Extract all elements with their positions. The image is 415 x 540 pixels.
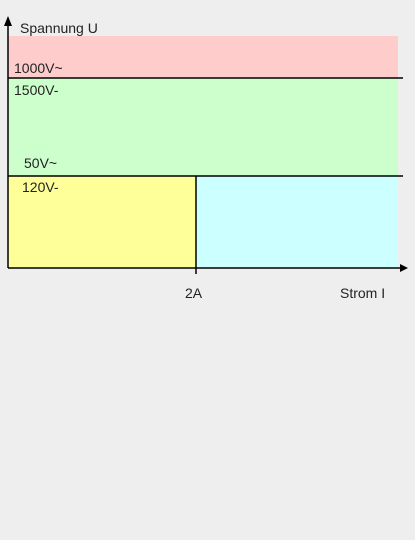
x-axis-label: Strom I — [340, 285, 385, 301]
y-axis-arrow-icon — [4, 16, 12, 26]
elv-high-current-region — [196, 176, 398, 268]
x-axis-arrow-icon — [400, 264, 408, 272]
x-tick-label-2a: 2A — [185, 285, 203, 301]
y-axis-label: Spannung U — [20, 20, 98, 36]
high-voltage-region — [8, 36, 398, 78]
label-50v-ac: 50V~ — [24, 155, 57, 171]
low-voltage-region — [8, 78, 398, 176]
label-1500v-dc: 1500V- — [14, 82, 59, 98]
label-1000v-ac: 1000V~ — [14, 60, 63, 76]
voltage-current-diagram: Spannung U 1000V~ 1500V- 50V~ 120V- 2A S… — [4, 16, 408, 301]
label-120v-dc: 120V- — [22, 179, 59, 195]
